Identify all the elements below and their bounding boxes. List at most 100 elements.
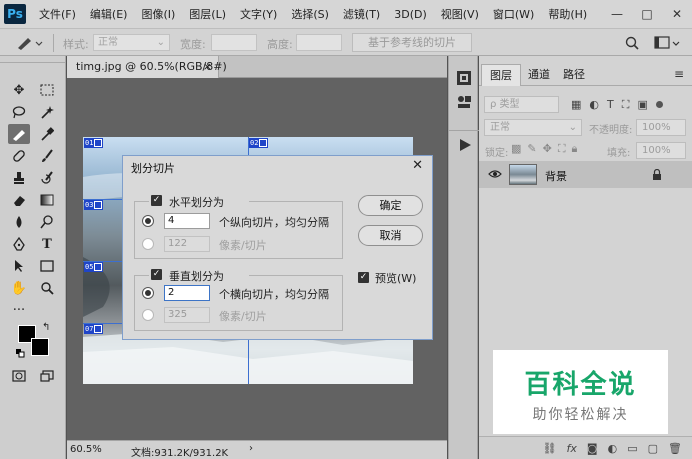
minimize-button[interactable]: — bbox=[602, 0, 632, 28]
fx-icon[interactable]: fx bbox=[567, 442, 577, 455]
new-layer-icon[interactable]: ▢ bbox=[648, 442, 658, 455]
menu-help[interactable]: 帮助(H) bbox=[541, 0, 594, 28]
clone-stamp-icon[interactable] bbox=[8, 168, 30, 188]
actions-play-icon[interactable] bbox=[458, 138, 472, 152]
horizontal-count-radio[interactable] bbox=[142, 215, 154, 227]
fill-input[interactable]: 100% bbox=[636, 142, 686, 159]
width-input[interactable] bbox=[211, 34, 257, 51]
workspace-icon[interactable] bbox=[652, 34, 684, 52]
adjustment-layer-icon[interactable]: ◐ bbox=[608, 442, 618, 455]
gradient-tool-icon[interactable] bbox=[36, 190, 58, 210]
height-input[interactable] bbox=[296, 34, 342, 51]
move-tool-icon[interactable]: ✥ bbox=[8, 80, 30, 100]
document-tab[interactable]: timg.jpg @ 60.5%(RGB/8#) × bbox=[67, 56, 227, 78]
hand-tool-icon[interactable]: ✋ bbox=[8, 278, 30, 298]
horizontal-divide-checkbox[interactable]: ✓ bbox=[151, 195, 162, 206]
zoom-tool-icon[interactable] bbox=[36, 278, 58, 298]
more-tools-icon[interactable]: ··· bbox=[8, 300, 30, 320]
default-colors-icon[interactable] bbox=[16, 348, 25, 358]
rectangle-tool-icon[interactable] bbox=[36, 256, 58, 276]
screen-mode-icon[interactable] bbox=[36, 366, 58, 386]
blur-tool-icon[interactable] bbox=[8, 212, 30, 232]
tab-layers[interactable]: 图层 bbox=[481, 64, 521, 86]
vertical-legend: ✓ 垂直划分为 bbox=[149, 267, 249, 283]
add-mask-icon[interactable]: ◙ bbox=[587, 442, 598, 455]
close-window-button[interactable]: ✕ bbox=[662, 0, 692, 28]
properties-panel-icon[interactable] bbox=[456, 94, 472, 110]
menu-window[interactable]: 窗口(W) bbox=[486, 0, 541, 28]
history-brush-icon[interactable] bbox=[36, 168, 58, 188]
healing-brush-icon[interactable] bbox=[8, 146, 30, 166]
horizontal-pixels-input[interactable]: 122 bbox=[164, 236, 210, 252]
eyedropper-tool-icon[interactable] bbox=[36, 124, 58, 144]
horizontal-count-input[interactable]: 4 bbox=[164, 213, 210, 229]
tab-paths[interactable]: 路径 bbox=[555, 64, 593, 86]
menu-layer[interactable]: 图层(L) bbox=[182, 0, 233, 28]
close-tab-icon[interactable]: × bbox=[203, 56, 212, 77]
ok-button[interactable]: 确定 bbox=[358, 195, 423, 216]
vertical-count-input[interactable]: 2 bbox=[164, 285, 210, 301]
horizontal-legend: ✓ 水平划分为 bbox=[149, 193, 249, 209]
slices-from-guides-button[interactable]: 基于参考线的切片 bbox=[352, 33, 472, 52]
chevron-right-icon[interactable]: › bbox=[249, 443, 253, 454]
delete-layer-icon[interactable]: 🗑︎ bbox=[668, 442, 682, 455]
type-tool-icon[interactable]: T bbox=[36, 234, 58, 254]
eraser-tool-icon[interactable] bbox=[8, 190, 30, 210]
vertical-divide-checkbox[interactable]: ✓ bbox=[151, 269, 162, 280]
dodge-tool-icon[interactable] bbox=[36, 212, 58, 232]
vertical-pixels-radio[interactable] bbox=[142, 309, 154, 321]
vertical-count-radio[interactable] bbox=[142, 287, 154, 299]
lasso-tool-icon[interactable] bbox=[8, 102, 30, 122]
link-layers-icon[interactable]: ⛓ bbox=[543, 442, 557, 455]
style-select[interactable]: 正常 ⌄ bbox=[93, 34, 170, 51]
filter-toggle-icon[interactable] bbox=[655, 101, 663, 108]
menu-edit[interactable]: 编辑(E) bbox=[83, 0, 135, 28]
lock-transparency-icon[interactable]: ▩ bbox=[511, 142, 521, 157]
panel-menu-icon[interactable]: ≡ bbox=[674, 67, 684, 81]
zoom-level[interactable]: 60.5% bbox=[70, 444, 102, 455]
magic-wand-icon[interactable] bbox=[36, 102, 58, 122]
lock-artboard-icon[interactable]: ⛶ bbox=[558, 142, 566, 157]
path-selection-icon[interactable] bbox=[8, 256, 30, 276]
brush-tool-icon[interactable] bbox=[36, 146, 58, 166]
eye-icon[interactable] bbox=[488, 168, 502, 180]
menu-select[interactable]: 选择(S) bbox=[284, 0, 336, 28]
lock-all-icon[interactable]: 🔒︎ bbox=[572, 142, 578, 157]
new-group-icon[interactable]: ▭ bbox=[627, 442, 637, 455]
shape-filter-icon[interactable]: ⛶ bbox=[622, 98, 630, 112]
menu-filter[interactable]: 滤镜(T) bbox=[336, 0, 387, 28]
menu-view[interactable]: 视图(V) bbox=[434, 0, 486, 28]
lock-move-icon[interactable]: ✥ bbox=[543, 142, 552, 157]
slice-tool-icon[interactable] bbox=[8, 124, 30, 144]
strip-divider bbox=[449, 130, 479, 131]
maximize-button[interactable]: □ bbox=[632, 0, 662, 28]
adjustment-filter-icon[interactable]: ◐ bbox=[589, 98, 599, 111]
type-filter-icon[interactable]: T bbox=[607, 98, 614, 111]
opacity-input[interactable]: 100% bbox=[636, 119, 686, 136]
quick-mask-icon[interactable] bbox=[8, 366, 30, 386]
background-color-swatch[interactable] bbox=[31, 338, 49, 356]
menu-file[interactable]: 文件(F) bbox=[32, 0, 83, 28]
tab-channels[interactable]: 通道 bbox=[520, 64, 558, 86]
layer-row-background[interactable]: 背景 bbox=[479, 161, 692, 188]
lock-paint-icon[interactable]: ✎ bbox=[527, 142, 536, 157]
swap-colors-icon[interactable]: ↰ bbox=[42, 322, 50, 333]
pixel-filter-icon[interactable]: ▦ bbox=[571, 98, 581, 111]
smart-object-filter-icon[interactable]: ▣ bbox=[637, 98, 647, 111]
slice-icon bbox=[94, 139, 103, 147]
history-panel-icon[interactable] bbox=[456, 70, 472, 86]
preview-checkbox[interactable]: ✓ bbox=[358, 272, 369, 283]
close-icon[interactable]: ✕ bbox=[412, 158, 423, 173]
marquee-tool-icon[interactable] bbox=[36, 80, 58, 100]
search-icon[interactable] bbox=[624, 35, 640, 51]
pen-tool-icon[interactable] bbox=[8, 234, 30, 254]
menu-image[interactable]: 图像(I) bbox=[134, 0, 182, 28]
vertical-pixels-input[interactable]: 325 bbox=[164, 307, 210, 323]
slice-tool-preset-icon[interactable] bbox=[14, 34, 46, 52]
menu-3d[interactable]: 3D(D) bbox=[387, 0, 434, 28]
cancel-button[interactable]: 取消 bbox=[358, 225, 423, 246]
layer-filter-select[interactable]: ρ 类型 bbox=[484, 96, 559, 113]
horizontal-pixels-radio[interactable] bbox=[142, 238, 154, 250]
blend-mode-select[interactable]: 正常 ⌄ bbox=[484, 119, 582, 136]
menu-type[interactable]: 文字(Y) bbox=[233, 0, 284, 28]
